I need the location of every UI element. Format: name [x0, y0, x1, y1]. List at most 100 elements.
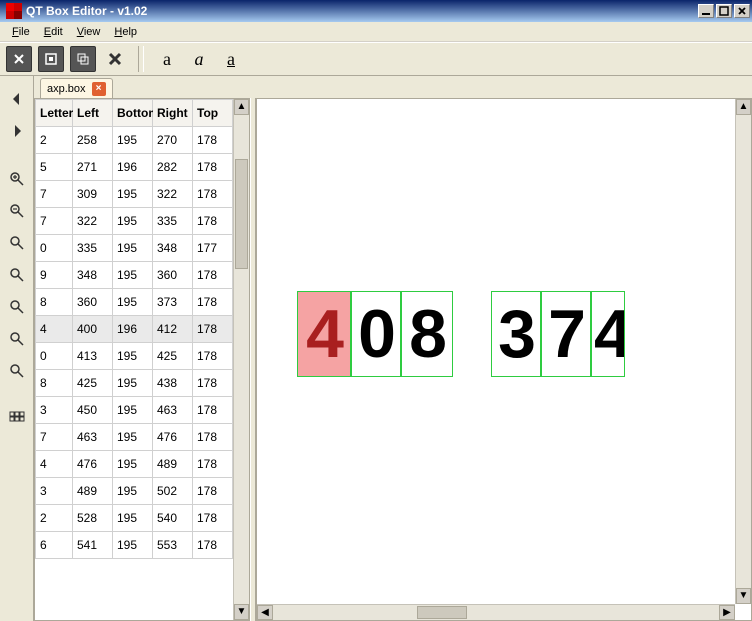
- cell-left[interactable]: 271: [73, 154, 113, 181]
- cell-left[interactable]: 335: [73, 235, 113, 262]
- cell-letter[interactable]: 9: [36, 262, 73, 289]
- zoom-actual-icon[interactable]: [6, 264, 28, 286]
- font-bold-button[interactable]: a: [154, 46, 180, 72]
- col-letter[interactable]: Letter: [36, 100, 73, 127]
- cell-bottom[interactable]: 195: [113, 505, 153, 532]
- cell-right[interactable]: 348: [153, 235, 193, 262]
- glyph-box[interactable]: 4: [591, 291, 625, 377]
- cell-bottom[interactable]: 195: [113, 370, 153, 397]
- cell-letter[interactable]: 7: [36, 208, 73, 235]
- col-top[interactable]: Top: [193, 100, 233, 127]
- cell-letter[interactable]: 2: [36, 127, 73, 154]
- cell-top[interactable]: 178: [193, 451, 233, 478]
- cell-letter[interactable]: 5: [36, 154, 73, 181]
- cell-right[interactable]: 502: [153, 478, 193, 505]
- cell-bottom[interactable]: 195: [113, 532, 153, 559]
- cell-left[interactable]: 360: [73, 289, 113, 316]
- cell-bottom[interactable]: 195: [113, 478, 153, 505]
- cell-bottom[interactable]: 195: [113, 451, 153, 478]
- scroll-down-icon[interactable]: ▼: [234, 604, 249, 620]
- cell-right[interactable]: 489: [153, 451, 193, 478]
- cell-letter[interactable]: 8: [36, 289, 73, 316]
- scroll-thumb[interactable]: [417, 606, 467, 619]
- cell-right[interactable]: 282: [153, 154, 193, 181]
- cell-bottom[interactable]: 196: [113, 316, 153, 343]
- cell-right[interactable]: 335: [153, 208, 193, 235]
- cell-right[interactable]: 540: [153, 505, 193, 532]
- cell-right[interactable]: 476: [153, 424, 193, 451]
- canvas-vscrollbar[interactable]: ▲ ▼: [735, 99, 751, 604]
- cell-right[interactable]: 412: [153, 316, 193, 343]
- cell-letter[interactable]: 2: [36, 505, 73, 532]
- cell-right[interactable]: 270: [153, 127, 193, 154]
- zoom-in-icon[interactable]: [6, 168, 28, 190]
- menu-file[interactable]: File: [6, 24, 36, 40]
- cell-bottom[interactable]: 195: [113, 343, 153, 370]
- zoom-fit-icon[interactable]: [6, 232, 28, 254]
- table-scrollbar[interactable]: ▲ ▼: [233, 99, 249, 620]
- table-row[interactable]: 7309195322178: [36, 181, 233, 208]
- cell-top[interactable]: 178: [193, 208, 233, 235]
- table-wrap[interactable]: Letter Left Bottom Right Top 22581952701…: [35, 99, 233, 620]
- scroll-left-icon[interactable]: ◀: [257, 605, 273, 620]
- cell-top[interactable]: 178: [193, 127, 233, 154]
- prev-icon[interactable]: [6, 88, 28, 110]
- table-row[interactable]: 5271196282178: [36, 154, 233, 181]
- next-icon[interactable]: [6, 120, 28, 142]
- zoom-width-icon[interactable]: [6, 296, 28, 318]
- cell-bottom[interactable]: 195: [113, 424, 153, 451]
- cell-right[interactable]: 360: [153, 262, 193, 289]
- scroll-down-icon[interactable]: ▼: [736, 588, 751, 604]
- col-bottom[interactable]: Bottom: [113, 100, 153, 127]
- menu-edit[interactable]: Edit: [38, 24, 69, 40]
- cell-top[interactable]: 178: [193, 289, 233, 316]
- cell-left[interactable]: 322: [73, 208, 113, 235]
- cell-left[interactable]: 309: [73, 181, 113, 208]
- cell-bottom[interactable]: 195: [113, 289, 153, 316]
- cell-bottom[interactable]: 195: [113, 235, 153, 262]
- table-row[interactable]: 6541195553178: [36, 532, 233, 559]
- zoom-out-icon[interactable]: [6, 200, 28, 222]
- font-underline-button[interactable]: a: [218, 46, 244, 72]
- cell-left[interactable]: 476: [73, 451, 113, 478]
- cell-letter[interactable]: 4: [36, 451, 73, 478]
- glyph-box[interactable]: 7: [541, 291, 591, 377]
- table-row[interactable]: 3489195502178: [36, 478, 233, 505]
- cell-left[interactable]: 528: [73, 505, 113, 532]
- table-row[interactable]: 3450195463178: [36, 397, 233, 424]
- cell-letter[interactable]: 8: [36, 370, 73, 397]
- table-row[interactable]: 8425195438178: [36, 370, 233, 397]
- cell-left[interactable]: 541: [73, 532, 113, 559]
- table-row[interactable]: 2528195540178: [36, 505, 233, 532]
- cell-bottom[interactable]: 196: [113, 154, 153, 181]
- table-row[interactable]: 0335195348177: [36, 235, 233, 262]
- cell-right[interactable]: 425: [153, 343, 193, 370]
- cell-top[interactable]: 178: [193, 181, 233, 208]
- canvas[interactable]: 408374 ▲ ▼ ◀ ▶: [257, 99, 751, 620]
- table-row[interactable]: 4476195489178: [36, 451, 233, 478]
- toolbar-delete-button[interactable]: [102, 46, 128, 72]
- scroll-up-icon[interactable]: ▲: [234, 99, 249, 115]
- col-right[interactable]: Right: [153, 100, 193, 127]
- font-italic-button[interactable]: a: [186, 46, 212, 72]
- cell-letter[interactable]: 7: [36, 181, 73, 208]
- cell-right[interactable]: 438: [153, 370, 193, 397]
- toolbar-button-1[interactable]: [6, 46, 32, 72]
- menu-view[interactable]: View: [71, 24, 107, 40]
- close-button[interactable]: [734, 4, 750, 18]
- maximize-button[interactable]: [716, 4, 732, 18]
- cell-top[interactable]: 178: [193, 424, 233, 451]
- cell-letter[interactable]: 4: [36, 316, 73, 343]
- cell-letter[interactable]: 3: [36, 397, 73, 424]
- cell-left[interactable]: 348: [73, 262, 113, 289]
- cell-letter[interactable]: 0: [36, 343, 73, 370]
- cell-letter[interactable]: 6: [36, 532, 73, 559]
- tab-close-icon[interactable]: ×: [92, 82, 106, 96]
- zoom-height-icon[interactable]: [6, 328, 28, 350]
- table-row[interactable]: 0413195425178: [36, 343, 233, 370]
- cell-left[interactable]: 425: [73, 370, 113, 397]
- glyph-box[interactable]: 3: [491, 291, 541, 377]
- glyph-box[interactable]: 0: [351, 291, 401, 377]
- toolbar-button-3[interactable]: [70, 46, 96, 72]
- cell-top[interactable]: 178: [193, 154, 233, 181]
